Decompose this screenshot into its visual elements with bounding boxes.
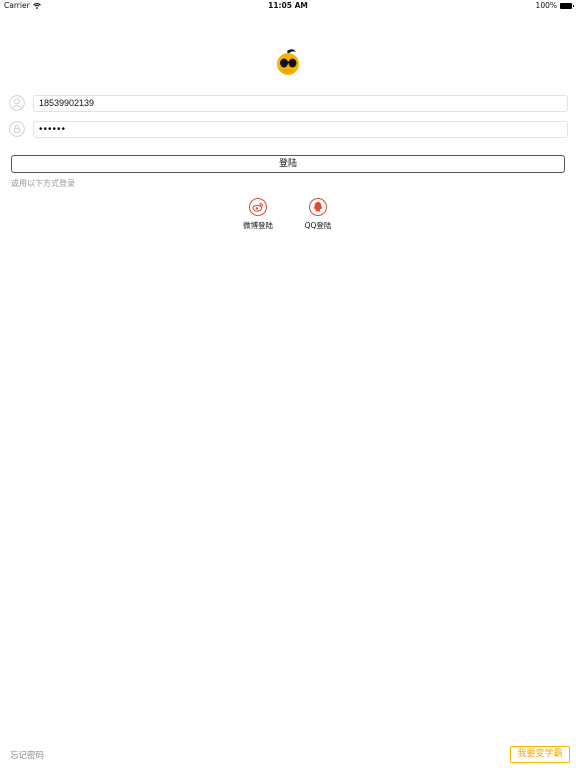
battery-indicator: 100% (535, 0, 574, 12)
status-bar: Carrier 11:05 AM 100% (0, 0, 576, 12)
qq-login-label: QQ登陆 (304, 221, 332, 230)
battery-percent: 100% (535, 1, 557, 10)
forgot-password-link[interactable]: 忘记密码 (10, 749, 44, 761)
qq-icon (309, 198, 327, 216)
qq-login-button[interactable]: QQ登陆 (293, 198, 343, 231)
register-button[interactable]: 我要变学霸 (510, 746, 570, 763)
battery-icon (560, 3, 574, 9)
weibo-login-button[interactable]: 微博登陆 (233, 198, 283, 231)
eye-mascot-logo (277, 49, 299, 75)
user-icon (9, 95, 25, 111)
weibo-icon (249, 198, 267, 216)
lock-icon (9, 121, 25, 137)
username-row: 18539902139 (8, 95, 568, 113)
weibo-login-label: 微博登陆 (243, 221, 273, 230)
status-time: 11:05 AM (268, 1, 308, 10)
password-input[interactable]: •••••• (33, 121, 568, 138)
username-input[interactable]: 18539902139 (33, 95, 568, 112)
login-button[interactable]: 登陆 (11, 155, 565, 173)
alt-login-hint: 或用以下方式登录 (11, 179, 75, 188)
password-row: •••••• (8, 121, 568, 139)
